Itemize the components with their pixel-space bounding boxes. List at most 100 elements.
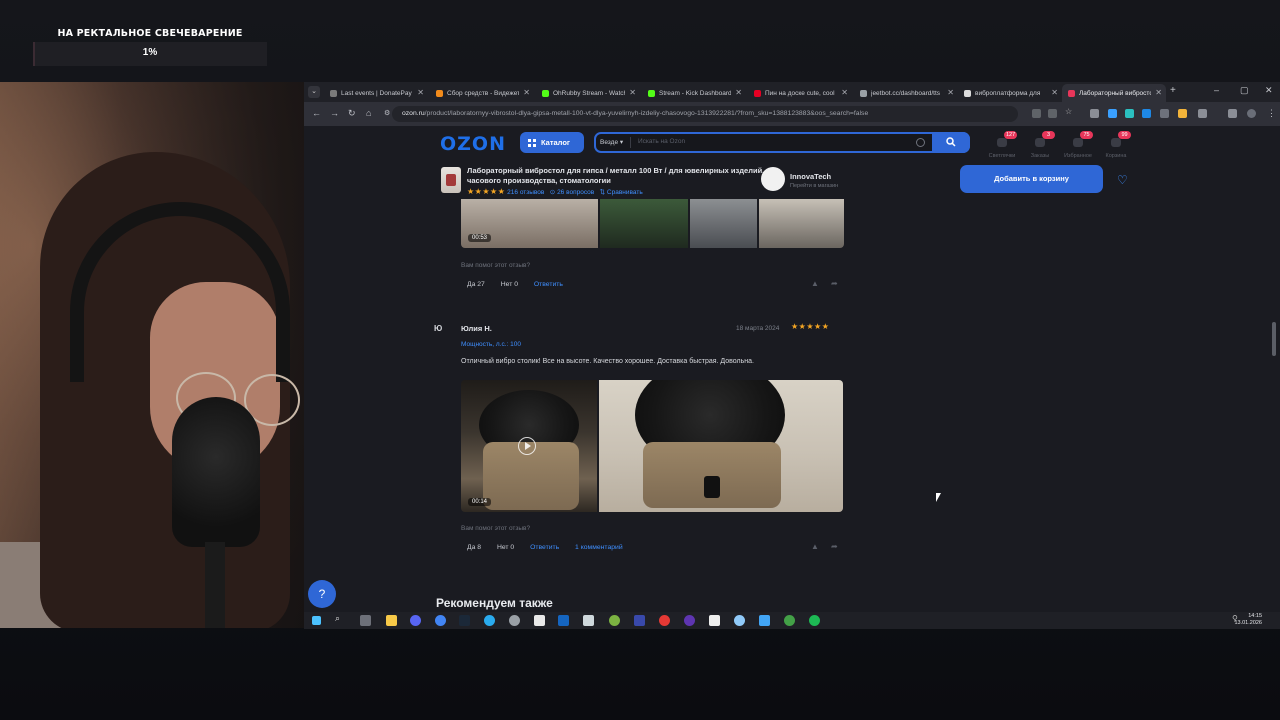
ozon-logo[interactable]: OZON	[440, 133, 506, 155]
review1-video-thumb[interactable]: 00:53	[461, 199, 598, 248]
taskbar-clock[interactable]: 14:15 13.01.2026	[1234, 613, 1262, 627]
puzzle-icon[interactable]	[1198, 109, 1207, 118]
tab-close-icon[interactable]: ✕	[947, 88, 954, 97]
share-icon[interactable]: ➦	[831, 542, 838, 551]
extension-icon[interactable]	[1108, 109, 1117, 118]
file-explorer-icon[interactable]	[386, 615, 397, 626]
app-icon[interactable]	[583, 615, 594, 626]
tab-close-icon[interactable]: ✕	[629, 88, 636, 97]
report-icon[interactable]: ▲	[811, 279, 819, 288]
forward-icon[interactable]: →	[330, 108, 339, 118]
search-input[interactable]: Искать на Ozon	[638, 138, 685, 145]
app-icon[interactable]	[734, 615, 745, 626]
vote-no-button[interactable]: Нет 0	[501, 281, 518, 288]
tab-close-icon[interactable]: ✕	[735, 88, 742, 97]
points-icon[interactable]: 127 Светлячки	[986, 131, 1018, 159]
app-icon[interactable]	[784, 615, 795, 626]
profile-avatar[interactable]	[1247, 109, 1256, 118]
start-icon[interactable]	[312, 616, 321, 625]
help-button[interactable]: ?	[308, 580, 336, 608]
minimize-button[interactable]: –	[1214, 85, 1219, 95]
vote-yes-button[interactable]: Да 27	[467, 281, 485, 288]
browser-tab[interactable]: OhRubby Stream - Watch ✕	[536, 84, 640, 102]
reload-icon[interactable]: ↻	[348, 108, 356, 119]
product-thumbnail[interactable]	[441, 167, 461, 193]
review-variant-power[interactable]: Мощность, л.с.: 100	[461, 341, 521, 348]
vote-no-button[interactable]: Нет 0	[497, 544, 514, 551]
download-icon[interactable]	[1228, 109, 1237, 118]
favorite-heart-icon[interactable]: ♡	[1117, 173, 1128, 187]
chrome-icon[interactable]	[435, 615, 446, 626]
seller-store-link[interactable]: Перейти в магазин	[790, 183, 838, 189]
add-to-cart-button[interactable]: Добавить в корзину	[960, 165, 1103, 193]
search-icon[interactable]: ⌕	[335, 613, 346, 624]
close-window-button[interactable]: ✕	[1265, 85, 1273, 96]
review2-photo[interactable]	[599, 380, 843, 512]
search-button[interactable]	[932, 132, 970, 153]
new-tab-button[interactable]: +	[1170, 85, 1176, 96]
yandex-icon[interactable]	[659, 615, 670, 626]
install-app-icon[interactable]	[1048, 109, 1057, 118]
search-scope-dropdown[interactable]: Везде ▾	[600, 138, 623, 146]
extension-icon[interactable]	[1142, 109, 1151, 118]
page-scrollbar[interactable]	[1272, 322, 1276, 356]
url-field[interactable]: ozon.ru/product/laboratornyy-vibrostol-d…	[392, 106, 1018, 122]
task-view-icon[interactable]	[360, 615, 371, 626]
browser-tab[interactable]: Last events | DonatePay ✕	[324, 84, 428, 102]
review2-video-thumb[interactable]: 00:14	[461, 380, 597, 512]
comments-link[interactable]: 1 комментарий	[575, 544, 623, 551]
app-icon[interactable]	[684, 615, 695, 626]
stats-icon[interactable]	[759, 615, 770, 626]
share-icon[interactable]: ➦	[831, 279, 838, 288]
compare-link[interactable]: Сравнивать	[607, 189, 643, 196]
report-icon[interactable]: ▲	[811, 542, 819, 551]
discord-icon[interactable]	[410, 615, 421, 626]
obs-icon[interactable]	[509, 615, 520, 626]
extension-icon[interactable]	[1178, 109, 1187, 118]
browser-tab[interactable]: Сбор средств - Видежет ✕	[430, 84, 534, 102]
cart-icon[interactable]: 99 Корзина	[1100, 131, 1132, 159]
sync-icon[interactable]	[1160, 109, 1169, 118]
app-icon[interactable]	[558, 615, 569, 626]
tab-close-icon[interactable]: ✕	[523, 88, 530, 97]
app-icon[interactable]	[609, 615, 620, 626]
tab-close-icon[interactable]: ✕	[841, 88, 848, 97]
browser-tab[interactable]: Пин на доске cute, cool ✕	[748, 84, 852, 102]
review1-photo[interactable]	[759, 199, 844, 248]
telegram-icon[interactable]	[484, 615, 495, 626]
maximize-button[interactable]: ▢	[1240, 85, 1249, 96]
questions-link[interactable]: 26 вопросов	[557, 189, 594, 196]
menu-kebab-icon[interactable]: ⋮	[1267, 108, 1276, 119]
spotify-icon[interactable]	[809, 615, 820, 626]
seller-logo[interactable]	[761, 167, 785, 191]
browser-tab[interactable]: jeetbot.cc/dashboard/tts ✕	[854, 84, 958, 102]
vote-yes-button[interactable]: Да 8	[467, 544, 481, 551]
search-bar[interactable]: Везде ▾ Искать на Ozon	[594, 132, 970, 153]
eye-off-icon[interactable]	[1032, 109, 1041, 118]
steam-icon[interactable]	[459, 615, 470, 626]
site-info-icon[interactable]: ⚙	[384, 109, 390, 117]
review1-photo[interactable]	[690, 199, 757, 248]
tab-close-icon[interactable]: ✕	[417, 88, 424, 97]
tab-search-icon[interactable]: ⌄	[308, 86, 320, 98]
browser-tab[interactable]: виброплатформа для ✕	[958, 84, 1062, 102]
document-icon[interactable]	[534, 615, 545, 626]
extension-icon[interactable]	[1090, 109, 1099, 118]
extension-icon[interactable]	[1125, 109, 1134, 118]
play-icon[interactable]	[518, 437, 536, 455]
camera-search-icon[interactable]	[916, 138, 925, 147]
review1-photo[interactable]	[600, 199, 688, 248]
bookmark-star-icon[interactable]: ☆	[1065, 107, 1074, 116]
tab-close-icon[interactable]: ✕	[1155, 88, 1162, 97]
app-icon[interactable]	[634, 615, 645, 626]
notepad-icon[interactable]	[709, 615, 720, 626]
orders-icon[interactable]: 3 Заказы	[1024, 131, 1056, 159]
reply-link[interactable]: Ответить	[534, 281, 563, 288]
tab-close-icon[interactable]: ✕	[1051, 88, 1058, 97]
reply-link[interactable]: Ответить	[530, 544, 559, 551]
browser-tab[interactable]: Stream - Kick Dashboard ✕	[642, 84, 746, 102]
browser-tab[interactable]: Лабораторный вибросто ✕	[1062, 84, 1166, 102]
reviews-link[interactable]: 216 отзывов	[507, 189, 544, 196]
home-icon[interactable]: ⌂	[366, 108, 371, 118]
seller-name[interactable]: InnovaTech	[790, 172, 831, 181]
